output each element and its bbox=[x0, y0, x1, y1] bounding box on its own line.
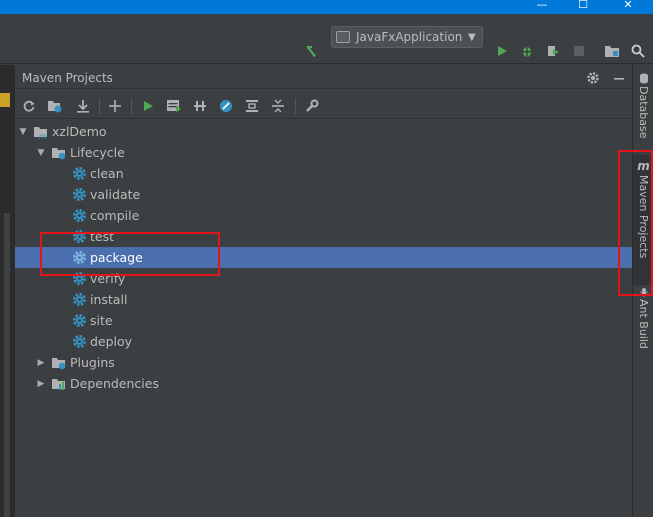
maven-module-icon: m bbox=[33, 125, 49, 141]
toggle-offline-icon[interactable] bbox=[189, 95, 211, 117]
tree-node-label: Lifecycle bbox=[70, 145, 125, 160]
maven-panel-title: Maven Projects bbox=[22, 71, 113, 85]
maven-panel-header: Maven Projects bbox=[15, 67, 633, 89]
maven-toolbar bbox=[15, 93, 633, 119]
hide-panel-icon[interactable] bbox=[609, 68, 629, 88]
annotation-highlight-maven-tab bbox=[618, 150, 653, 296]
execute-goal-icon[interactable] bbox=[163, 95, 185, 117]
minimize-button[interactable]: — bbox=[522, 0, 562, 14]
add-project-icon[interactable] bbox=[104, 95, 126, 117]
goal-gear-icon bbox=[71, 187, 87, 203]
goal-label: deploy bbox=[90, 334, 133, 349]
goal-gear-icon bbox=[71, 292, 87, 308]
annotation-highlight-package bbox=[40, 232, 220, 276]
tree-node-lifecycle[interactable]: ▼ Lifecycle bbox=[15, 142, 633, 163]
tree-node-dependencies[interactable]: ▶ Dependencies bbox=[15, 373, 633, 394]
lifecycle-goal-compile[interactable]: compile bbox=[15, 205, 633, 226]
expand-arrow-icon[interactable]: ▼ bbox=[17, 126, 29, 138]
goal-label: clean bbox=[90, 166, 124, 181]
goal-gear-icon bbox=[71, 166, 87, 182]
run-maven-build-icon[interactable] bbox=[137, 95, 159, 117]
ant-build-tab-label: Ant Build bbox=[637, 299, 650, 349]
lifecycle-goal-clean[interactable]: clean bbox=[15, 163, 633, 184]
debug-bug-icon[interactable] bbox=[517, 39, 537, 63]
wrench-settings-icon[interactable] bbox=[301, 95, 323, 117]
tree-node-label: Dependencies bbox=[70, 376, 159, 391]
lifecycle-goal-deploy[interactable]: deploy bbox=[15, 331, 633, 352]
editor-scrollbar[interactable] bbox=[4, 213, 10, 517]
download-sources-icon[interactable] bbox=[72, 95, 94, 117]
run-with-coverage-icon[interactable] bbox=[543, 39, 563, 63]
database-tab-label: Database bbox=[637, 86, 650, 139]
ide-window: — ☐ ✕ JavaFxApplication ▼ Maven Projects… bbox=[0, 0, 653, 517]
close-button[interactable]: ✕ bbox=[608, 0, 648, 14]
expand-arrow-icon[interactable]: ▼ bbox=[35, 147, 47, 159]
project-structure-icon[interactable] bbox=[602, 39, 622, 63]
skip-tests-icon[interactable] bbox=[215, 95, 237, 117]
build-hammer-icon[interactable] bbox=[302, 39, 322, 63]
goal-label: site bbox=[90, 313, 113, 328]
gutter-marker bbox=[0, 93, 10, 107]
ant-build-tab[interactable]: Ant Build bbox=[633, 287, 653, 367]
stop-icon[interactable] bbox=[569, 39, 589, 63]
window-title-bar: — ☐ ✕ bbox=[0, 0, 653, 14]
goal-gear-icon bbox=[71, 334, 87, 350]
run-configuration-label: JavaFxApplication bbox=[356, 30, 463, 44]
goal-label: validate bbox=[90, 187, 141, 202]
maven-project-tree: ▼ m xzlDemo ▼ Lifecycle clean validate c… bbox=[15, 121, 633, 517]
collapse-all-icon[interactable] bbox=[267, 95, 289, 117]
gear-icon[interactable] bbox=[583, 68, 603, 88]
tree-node-root[interactable]: ▼ m xzlDemo bbox=[15, 121, 633, 142]
collapse-arrow-icon[interactable]: ▶ bbox=[35, 378, 47, 390]
database-icon bbox=[639, 73, 648, 84]
goal-label: install bbox=[90, 292, 128, 307]
toolbar-separator bbox=[99, 98, 100, 114]
lifecycle-folder-icon bbox=[51, 146, 67, 160]
dependencies-folder-icon bbox=[51, 377, 67, 391]
tree-node-label: Plugins bbox=[70, 355, 115, 370]
tree-node-plugins[interactable]: ▶ Plugins bbox=[15, 352, 633, 373]
toolbar-separator bbox=[131, 98, 132, 114]
run-configuration-select[interactable]: JavaFxApplication ▼ bbox=[331, 26, 483, 48]
editor-gutter bbox=[0, 65, 14, 517]
lifecycle-goal-site[interactable]: site bbox=[15, 310, 633, 331]
goal-gear-icon bbox=[71, 313, 87, 329]
goal-label: compile bbox=[90, 208, 140, 223]
generate-sources-icon[interactable] bbox=[44, 95, 66, 117]
collapse-arrow-icon[interactable]: ▶ bbox=[35, 357, 47, 369]
maximize-button[interactable]: ☐ bbox=[563, 0, 603, 14]
run-icon[interactable] bbox=[492, 39, 512, 63]
database-tab[interactable]: Database bbox=[633, 73, 653, 153]
lifecycle-goal-install[interactable]: install bbox=[15, 289, 633, 310]
application-icon bbox=[336, 31, 350, 43]
dropdown-arrow-icon: ▼ bbox=[468, 31, 476, 43]
svg-text:m: m bbox=[39, 132, 47, 139]
toolbar-separator bbox=[295, 98, 296, 114]
goal-gear-icon bbox=[71, 208, 87, 224]
reimport-icon[interactable] bbox=[18, 95, 40, 117]
plugins-folder-icon bbox=[51, 356, 67, 370]
show-dependencies-icon[interactable] bbox=[241, 95, 263, 117]
search-icon[interactable] bbox=[628, 39, 648, 63]
lifecycle-goal-validate[interactable]: validate bbox=[15, 184, 633, 205]
tree-node-label: xzlDemo bbox=[52, 124, 107, 139]
maven-projects-panel: Maven Projects ▼ m xzlDemo ▼ Lifecycle c… bbox=[14, 67, 633, 517]
